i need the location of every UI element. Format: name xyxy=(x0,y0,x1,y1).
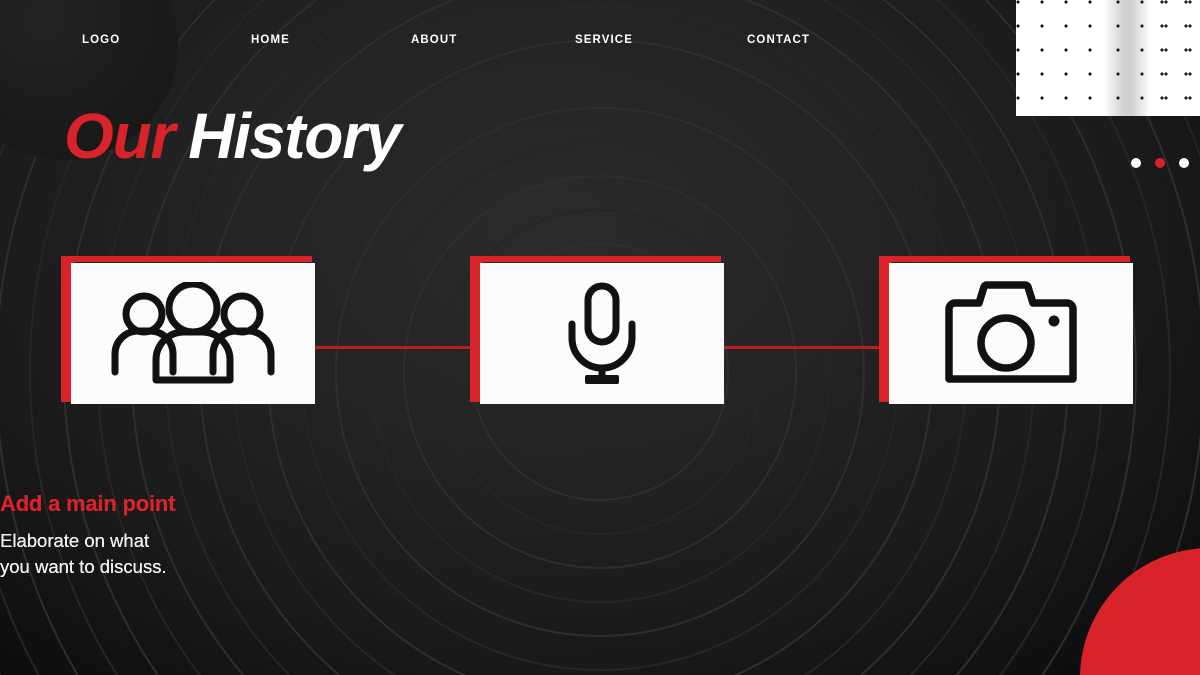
card-accent-top xyxy=(879,256,1130,262)
block-heading: Add a main point xyxy=(0,491,176,516)
block-body-line-2: you want to discuss. xyxy=(0,556,167,578)
block-body-line-1: Elaborate on what xyxy=(0,530,150,552)
card-panel xyxy=(889,263,1133,404)
card-panel xyxy=(480,263,724,404)
block-body: Elaborate on what you want to discuss. xyxy=(0,528,330,581)
card-accent-top xyxy=(470,256,721,262)
slide-canvas: LOGO HOME ABOUT SERVICE CONTACT Our Histo… xyxy=(0,0,1200,675)
card-panel xyxy=(71,263,315,404)
people-group-icon xyxy=(107,281,279,386)
text-block-3: Add a main point Elaborate on what you w… xyxy=(0,491,330,581)
microphone-icon xyxy=(559,281,645,387)
camera-icon xyxy=(944,280,1078,387)
card-accent-top xyxy=(61,256,312,262)
